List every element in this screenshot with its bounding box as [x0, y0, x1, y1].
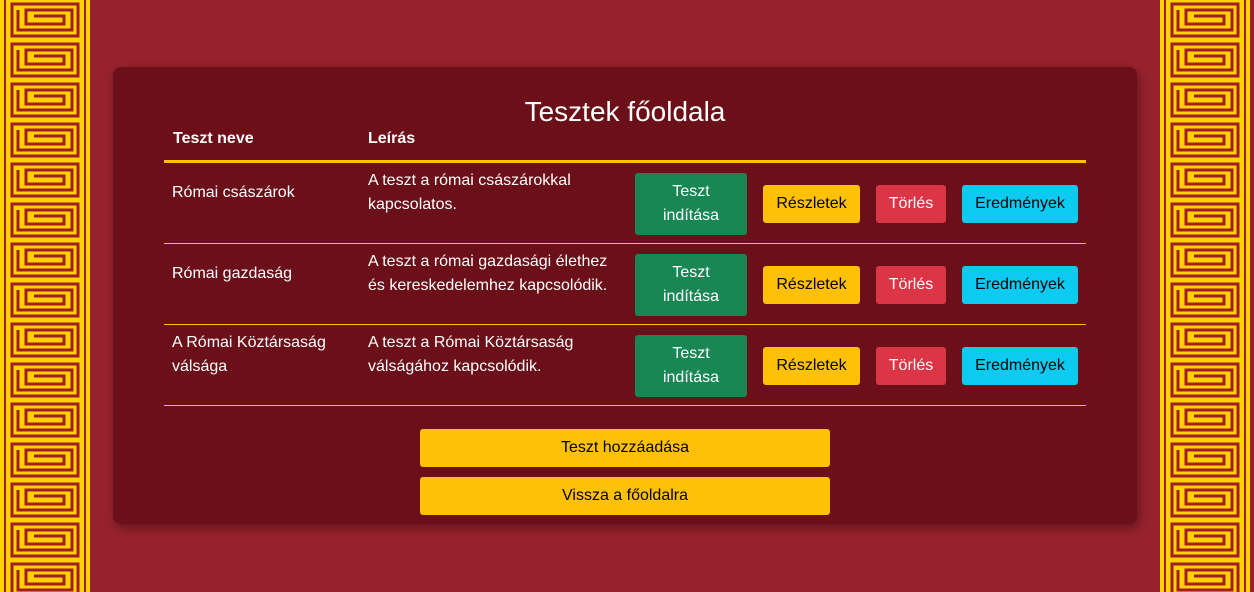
details-button[interactable]: Részletek — [763, 347, 860, 385]
delete-button[interactable]: Törlés — [876, 266, 946, 304]
test-name: Római császárok — [172, 184, 295, 201]
tests-panel: Tesztek főoldala Teszt neve Leírás Római… — [113, 67, 1137, 524]
details-button[interactable]: Részletek — [763, 185, 860, 223]
test-description: A teszt a római császárokkal kapcsolatos… — [368, 172, 571, 213]
details-button[interactable]: Részletek — [763, 266, 860, 304]
column-header-description: Leírás — [368, 130, 416, 147]
start-test-button[interactable]: Teszt indítása — [635, 173, 747, 235]
start-test-button[interactable]: Teszt indítása — [635, 254, 747, 316]
test-description: A teszt a római gazdasági élethez és ker… — [368, 253, 608, 294]
test-name: A Római Köztársaság válsága — [172, 334, 326, 375]
results-button[interactable]: Eredmények — [962, 185, 1078, 223]
delete-button[interactable]: Törlés — [876, 347, 946, 385]
test-name: Római gazdaság — [172, 265, 293, 282]
table-header: Teszt neve Leírás — [164, 128, 1086, 163]
results-button[interactable]: Eredmények — [962, 266, 1078, 304]
start-test-button[interactable]: Teszt indítása — [635, 335, 747, 397]
back-to-home-button[interactable]: Vissza a főoldalra — [420, 477, 830, 515]
greek-key-border-right — [1160, 0, 1250, 592]
table-row: A Római Köztársaság válsága A teszt a Ró… — [164, 325, 1086, 406]
table-row: Római császárok A teszt a római császáro… — [164, 163, 1086, 244]
add-test-button[interactable]: Teszt hozzáadása — [420, 429, 830, 467]
greek-key-border-left — [0, 0, 90, 592]
results-button[interactable]: Eredmények — [962, 347, 1078, 385]
delete-button[interactable]: Törlés — [876, 185, 946, 223]
table-row: Római gazdaság A teszt a római gazdasági… — [164, 244, 1086, 325]
page-title: Tesztek főoldala — [524, 95, 726, 127]
test-description: A teszt a Római Köztársaság válságához k… — [368, 334, 574, 375]
column-header-name: Teszt neve — [173, 130, 254, 147]
